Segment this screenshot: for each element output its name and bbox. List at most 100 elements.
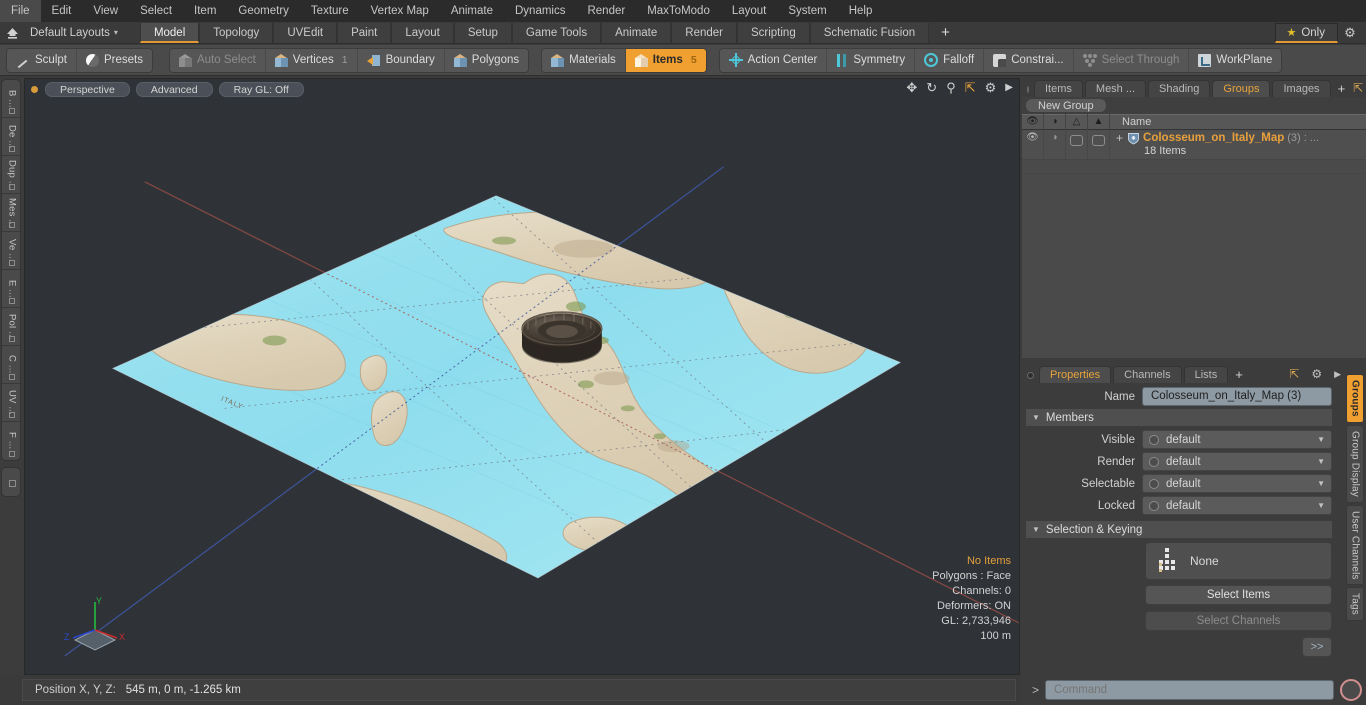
shade-icon[interactable]: △: [1066, 114, 1088, 130]
vertices-button[interactable]: Vertices 1: [266, 48, 358, 72]
render-dropdown[interactable]: default ▼: [1142, 452, 1332, 471]
viewport-perspective-button[interactable]: Perspective: [45, 81, 130, 97]
command-input[interactable]: [1045, 680, 1334, 700]
vtab-user-channels[interactable]: User Channels: [1346, 504, 1364, 586]
panel-add-tab-button[interactable]: +: [1333, 80, 1351, 97]
radio-icon[interactable]: [1149, 500, 1159, 511]
menu-item-vertex-map[interactable]: Vertex Map: [360, 0, 440, 22]
menu-item-maxtomodo[interactable]: MaxToModo: [636, 0, 721, 22]
vtab-tags[interactable]: Tags: [1346, 587, 1364, 622]
row-eye-icon[interactable]: 👁: [1022, 130, 1044, 160]
selection-set-dropdown[interactable]: None: [1145, 542, 1332, 580]
radio-icon[interactable]: [1149, 478, 1159, 489]
play-icon[interactable]: ▶: [1005, 81, 1013, 95]
tab-topology[interactable]: Topology: [199, 22, 274, 43]
chevron-right-icon[interactable]: ▶: [1331, 366, 1344, 383]
row-shade-toggle[interactable]: [1066, 130, 1088, 160]
default-layouts-label[interactable]: Default Layouts: [24, 27, 110, 39]
sidebar-tab-duplicate[interactable]: Dup ...: [2, 156, 20, 194]
menu-item-system[interactable]: System: [777, 0, 837, 22]
expand-more-button[interactable]: >>: [1302, 637, 1332, 657]
gear-icon[interactable]: ⚙: [985, 81, 997, 95]
tab-model[interactable]: Model: [139, 22, 200, 43]
maximize-icon[interactable]: ⇱: [965, 81, 976, 95]
radio-icon[interactable]: [1149, 434, 1159, 445]
pan-icon[interactable]: ✥: [906, 81, 917, 95]
vtab-group-display[interactable]: Group Display: [1346, 424, 1364, 503]
tab-game-tools[interactable]: Game Tools: [511, 22, 602, 43]
materials-button[interactable]: Materials: [542, 48, 626, 72]
3d-viewport[interactable]: ITALY MEDITERRANEAN: [24, 78, 1020, 675]
select-items-button[interactable]: Select Items: [1145, 585, 1332, 605]
symmetry-button[interactable]: Symmetry: [827, 48, 916, 72]
tab-setup[interactable]: Setup: [453, 22, 512, 43]
tab-uvedit[interactable]: UVEdit: [273, 22, 338, 43]
sidebar-tab-fusion[interactable]: F ...: [2, 422, 20, 460]
action-center-button[interactable]: Action Center: [720, 48, 828, 72]
tab-animate[interactable]: Animate: [601, 22, 672, 43]
record-icon[interactable]: [1340, 679, 1362, 701]
groups-list[interactable]: 👁 ◑ + Colosseum_on_Italy_Map (3): ... 1…: [1022, 130, 1366, 358]
falloff-button[interactable]: Falloff: [915, 48, 985, 72]
eye-icon[interactable]: 👁: [1022, 114, 1044, 130]
panel-tab-shading[interactable]: Shading: [1148, 80, 1211, 97]
render-icon[interactable]: ◑: [1044, 114, 1066, 130]
maximize-icon[interactable]: ⇱: [1350, 80, 1366, 97]
rotate-icon[interactable]: ↻: [926, 81, 937, 95]
chevron-down-icon[interactable]: ▾: [114, 28, 118, 37]
tab-layout[interactable]: Layout: [391, 22, 454, 43]
add-tab-button[interactable]: +: [929, 23, 962, 43]
new-group-button[interactable]: New Group: [1025, 98, 1107, 113]
polygons-button[interactable]: Polygons: [445, 49, 528, 72]
sculpt-button[interactable]: Sculpt: [7, 48, 77, 72]
items-button[interactable]: Items 5: [625, 48, 706, 72]
wire-icon[interactable]: ▲: [1088, 114, 1110, 130]
constraint-button[interactable]: Constrai...: [984, 48, 1074, 72]
auto-select-button[interactable]: Auto Select: [170, 48, 266, 72]
panel-tab-items[interactable]: Items: [1034, 80, 1083, 97]
tab-render[interactable]: Render: [671, 22, 737, 43]
tab-paint[interactable]: Paint: [337, 22, 392, 43]
panel-tab-channels[interactable]: Channels: [1113, 366, 1182, 383]
tab-schematic-fusion[interactable]: Schematic Fusion: [809, 22, 930, 43]
workplane-button[interactable]: WorkPlane: [1189, 49, 1281, 72]
menu-item-edit[interactable]: Edit: [41, 0, 83, 22]
panel-tab-properties[interactable]: Properties: [1039, 366, 1112, 383]
menu-item-geometry[interactable]: Geometry: [227, 0, 300, 22]
selection-keying-section-header[interactable]: ▼ Selection & Keying: [1026, 521, 1332, 538]
name-input[interactable]: Colosseum_on_Italy_Map (3): [1142, 387, 1332, 406]
sidebar-tab-curve[interactable]: C ...: [2, 346, 20, 384]
gear-icon[interactable]: ⚙: [1338, 25, 1362, 41]
only-button[interactable]: ★ Only: [1275, 22, 1338, 43]
radio-icon[interactable]: [1149, 456, 1159, 467]
menu-item-select[interactable]: Select: [129, 0, 183, 22]
sidebar-tab-edge[interactable]: E ...: [2, 270, 20, 308]
locked-dropdown[interactable]: default ▼: [1142, 496, 1332, 515]
viewport-menu-dot[interactable]: [31, 85, 38, 93]
menu-item-layout[interactable]: Layout: [721, 0, 778, 22]
sidebar-tab-deform[interactable]: De ...: [2, 118, 20, 156]
select-through-button[interactable]: Select Through: [1074, 48, 1190, 72]
sidebar-tab-uv[interactable]: UV ...: [2, 384, 20, 422]
home-icon[interactable]: [0, 23, 24, 43]
maximize-icon[interactable]: ⇱: [1286, 366, 1302, 383]
menu-item-render[interactable]: Render: [576, 0, 636, 22]
panel-tab-images[interactable]: Images: [1272, 80, 1331, 97]
menu-item-help[interactable]: Help: [838, 0, 884, 22]
viewport-raygl-button[interactable]: Ray GL: Off: [218, 81, 304, 97]
panel-tab-mesh[interactable]: Mesh ...: [1084, 80, 1147, 97]
panel-tab-lists[interactable]: Lists: [1183, 366, 1229, 383]
properties-menu-dot[interactable]: [1027, 372, 1034, 379]
viewport-advanced-button[interactable]: Advanced: [135, 81, 213, 97]
sidebar-tab-vertex[interactable]: Ve ...: [2, 232, 20, 270]
selectable-dropdown[interactable]: default ▼: [1142, 474, 1332, 493]
sidebar-tab-polygon[interactable]: Pol ...: [2, 308, 20, 346]
sidebar-extra-box[interactable]: [1, 467, 21, 497]
boundary-button[interactable]: Boundary: [358, 48, 445, 72]
row-render-icon[interactable]: ◑: [1044, 130, 1066, 160]
menu-item-file[interactable]: File: [0, 0, 41, 22]
members-section-header[interactable]: ▼ Members: [1026, 409, 1332, 426]
vtab-groups[interactable]: Groups: [1346, 374, 1364, 423]
menu-item-view[interactable]: View: [82, 0, 129, 22]
visible-dropdown[interactable]: default ▼: [1142, 430, 1332, 449]
